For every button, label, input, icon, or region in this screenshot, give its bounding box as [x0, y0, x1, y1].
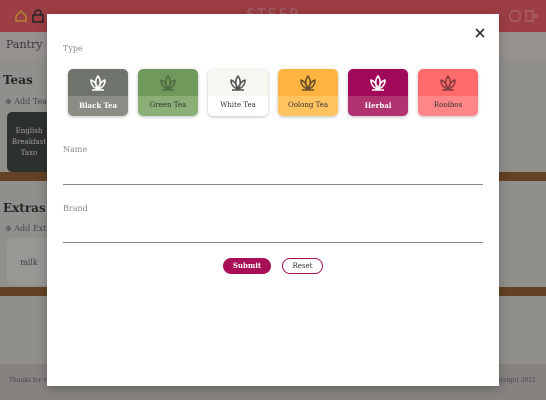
tea-type-card[interactable]: Oolong Tea	[278, 69, 338, 116]
tea-type-label: Black Tea	[78, 101, 118, 110]
brand-input[interactable]	[63, 227, 483, 243]
brand-label: Brand	[63, 204, 88, 213]
tea-type-card[interactable]: Black Tea	[68, 69, 128, 116]
tea-type-card[interactable]: Rooibos	[418, 69, 478, 116]
tea-type-label: White Tea	[220, 101, 256, 109]
type-label: Type	[63, 44, 83, 53]
lotus-icon	[230, 75, 246, 91]
tea-type-card[interactable]: White Tea	[208, 69, 268, 116]
tea-type-selector: Black Tea Green Tea White Tea Oolong Tea Her…	[68, 69, 478, 116]
name-input[interactable]	[63, 169, 483, 185]
tea-type-label: Rooibos	[433, 101, 463, 109]
reset-button[interactable]: Reset	[282, 258, 323, 274]
lotus-icon	[160, 75, 176, 91]
tea-type-label: Oolong Tea	[287, 101, 329, 109]
name-label: Name	[63, 145, 88, 154]
tea-type-label: Green Tea	[149, 101, 187, 109]
lotus-icon	[90, 75, 106, 91]
lotus-icon	[370, 75, 386, 91]
tea-type-card[interactable]: Herbal	[348, 69, 408, 116]
lotus-icon	[440, 75, 456, 91]
lotus-icon	[300, 75, 316, 91]
close-icon[interactable]	[473, 26, 487, 40]
tea-type-label: Herbal	[364, 101, 392, 110]
add-tea-modal: Type Black Tea Green Tea White Tea Oolong T…	[47, 14, 499, 386]
tea-type-card[interactable]: Green Tea	[138, 69, 198, 116]
submit-button[interactable]: Submit	[223, 258, 271, 274]
